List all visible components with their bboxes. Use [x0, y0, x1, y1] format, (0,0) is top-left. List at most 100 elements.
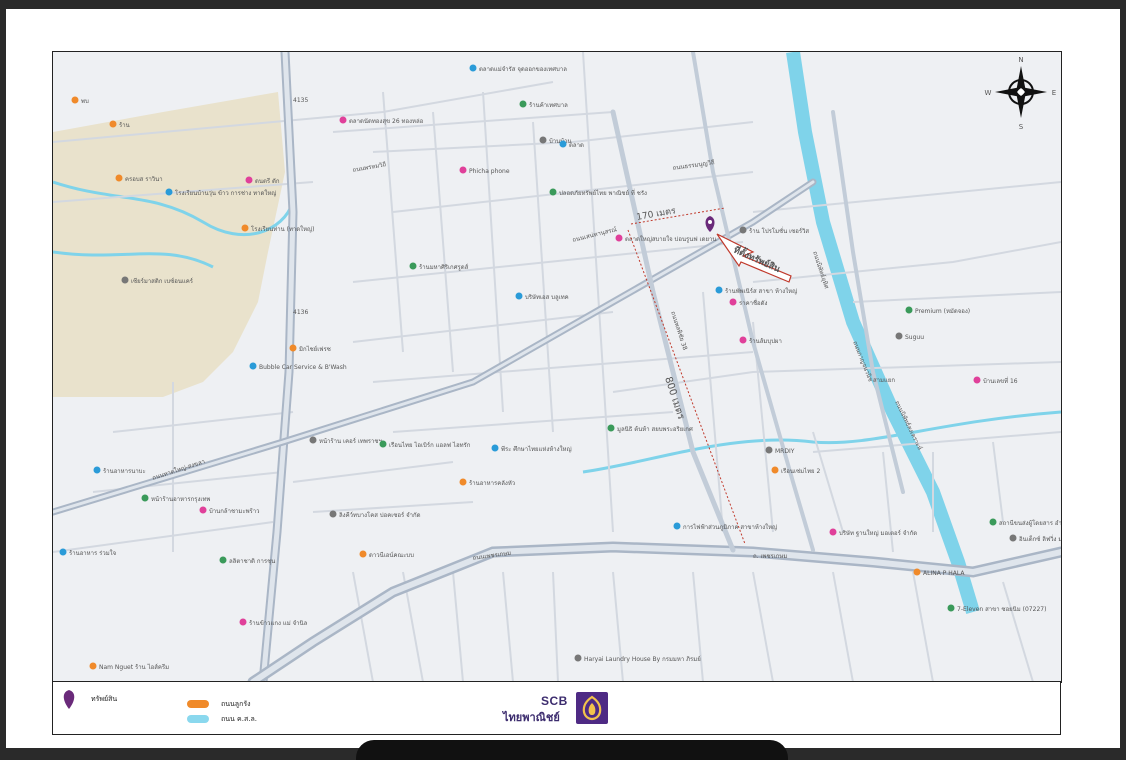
poi-label: ตลาดใหญ่สบายใจ บ่อนรูนฟ เดยาน: [625, 235, 716, 243]
poi-marker-icon[interactable]: [141, 494, 149, 502]
poi-marker-icon[interactable]: [459, 478, 467, 486]
poi-marker-icon[interactable]: [947, 604, 955, 612]
poi-label: ร้านส้มบุปผา: [749, 338, 782, 345]
poi-marker-icon[interactable]: [539, 136, 547, 144]
poi-18[interactable]: Premium (หมัดจอง): [905, 306, 971, 316]
poi-marker-icon[interactable]: [249, 362, 257, 370]
poi-44[interactable]: Haryai Laundry House By กรมมหา ภิรมย์: [574, 654, 701, 664]
poi-21[interactable]: Bubble Car Service & B'Wash: [249, 362, 347, 372]
poi-marker-icon[interactable]: [459, 166, 467, 174]
poi-marker-icon[interactable]: [59, 548, 67, 556]
poi-label: เรือนไทย ไอเบิร์ก แอลฟ ไฮทรัก: [389, 441, 471, 449]
poi-marker-icon[interactable]: [607, 424, 615, 432]
poi-marker-icon[interactable]: [109, 120, 117, 128]
poi-marker-icon[interactable]: [379, 440, 387, 448]
poi-marker-icon[interactable]: [491, 444, 499, 452]
poi-34[interactable]: ลิงคีว์ทบางโคส บ่อคเซอร์ จำกัด: [329, 510, 421, 520]
poi-marker-icon[interactable]: [339, 116, 347, 124]
poi-marker-icon[interactable]: [829, 528, 837, 536]
poi-marker-icon[interactable]: [245, 176, 253, 184]
poi-marker-icon[interactable]: [673, 522, 681, 530]
poi-37[interactable]: บริษัท ฐานใหญ่ มอเตอร์ จำกัด: [829, 528, 918, 538]
poi-marker-icon[interactable]: [241, 224, 249, 232]
poi-label: Suguu: [905, 334, 924, 341]
poi-11[interactable]: โรงเรียนบ้านวุ่น ข้าว การช่าง ทาดใหญ่: [165, 188, 277, 198]
poi-46[interactable]: ร้านพัพเนิร์ส สาขา ห้างใหญ่: [715, 286, 798, 296]
poi-label: บ้านเลขที่ 16: [983, 377, 1018, 385]
poi-28[interactable]: เรือนไทย ไอเบิร์ก แอลฟ ไฮทรัก: [379, 440, 471, 450]
poi-marker-icon[interactable]: [715, 286, 723, 294]
poi-marker-icon[interactable]: [739, 336, 747, 344]
bottom-tab: [356, 740, 788, 760]
poi-38[interactable]: สถานีขนส่งผู้โดยสาร อำเภอท่าใหญ่: [989, 518, 1062, 528]
poi-marker-icon[interactable]: [219, 556, 227, 564]
poi-marker-icon[interactable]: [905, 306, 913, 314]
poi-9[interactable]: ร้าน โปรโมชั่น เซอร์วิส: [739, 226, 810, 236]
poi-label: Premium (หมัดจอง): [915, 308, 970, 315]
poi-label: 7-Eleven สาขา ซอยนิม (07227): [957, 606, 1046, 613]
poi-label: โรงเรียนท่าน (ทาดใหญ่): [251, 225, 315, 233]
poi-marker-icon[interactable]: [121, 276, 129, 284]
poi-label: พบ: [81, 98, 89, 105]
poi-8[interactable]: ปลอดภัยทรัพย์ไทย พาณิชย์ ที่ ชรัง: [549, 188, 648, 198]
poi-marker-icon[interactable]: [913, 568, 921, 576]
poi-marker-icon[interactable]: [165, 188, 173, 196]
poi-marker-icon[interactable]: [359, 550, 367, 558]
poi-marker-icon[interactable]: [309, 436, 317, 444]
poi-label: ALINA P HALA: [923, 570, 965, 577]
location-map[interactable]: N S E W พบ ตลาดแม่จำรัส จุดออกของเทศบาลตล…: [53, 52, 1061, 682]
legend-concrete-road-label: ถนน ค.ส.ล.: [221, 715, 257, 723]
poi-marker-icon[interactable]: [771, 466, 779, 474]
poi-marker-icon[interactable]: [989, 518, 997, 526]
poi-marker-icon[interactable]: [199, 506, 207, 514]
poi-48[interactable]: หน้าร้านอาหารกรุงเทพ: [141, 494, 211, 504]
poi-marker-icon[interactable]: [895, 332, 903, 340]
poi-14[interactable]: เซียร์มาสติก เบซ์อนแคร์: [121, 276, 194, 286]
poi-marker-icon[interactable]: [973, 376, 981, 384]
poi-label: ร้านอาหารนาบะ: [103, 468, 146, 475]
poi-32[interactable]: บ้านกล้าชามะพร้าว: [199, 506, 260, 516]
poi-marker-icon[interactable]: [115, 174, 123, 182]
poi-marker-icon[interactable]: [515, 292, 523, 300]
poi-label: Haryai Laundry House By กรมมหา ภิรมย์: [584, 655, 701, 663]
map-frame[interactable]: N S E W พบ ตลาดแม่จำรัส จุดออกของเทศบาล ตล…: [52, 51, 1062, 683]
poi-marker-icon[interactable]: [739, 226, 747, 234]
poi-label: บริษัทเอส บลูเทค: [525, 294, 569, 301]
poi-marker-icon[interactable]: [329, 510, 337, 518]
poi-13[interactable]: ร้านมหาศิริเกศรูดส์: [409, 262, 469, 272]
poi-marker-icon[interactable]: [409, 262, 417, 270]
poi-36[interactable]: การไฟฟ้าส่วนภูมิภาค สาขาห้างใหญ่: [673, 522, 778, 532]
poi-26[interactable]: พีระ ศึกษาไทยแห่งห้างใหญ่: [491, 444, 572, 454]
poi-marker-icon[interactable]: [1009, 534, 1017, 542]
poi-1[interactable]: ตลาดแม่จำรัส จุดออกของเทศบาล: [469, 64, 568, 74]
poi-label: โรงเรียนบ้านวุ่น ข้าว การช่าง ทาดใหญ่: [175, 189, 276, 197]
poi-marker-icon[interactable]: [71, 96, 79, 104]
poi-2[interactable]: ตลาดนัดทองสุข 26 ทองหล่อ: [339, 116, 424, 126]
map-legend: ทรัพย์สิน ถนนลูกรัง ถนน ค.ส.ล.: [52, 681, 272, 735]
compass-s: S: [1019, 123, 1024, 131]
poi-marker-icon[interactable]: [289, 344, 297, 352]
poi-43[interactable]: 7-Eleven สาขา ซอยนิม (07227): [947, 604, 1047, 614]
poi-23[interactable]: มูลนิธิ ต้นห้า สยบพระอริยเกศ: [607, 424, 693, 434]
poi-marker-icon[interactable]: [239, 618, 247, 626]
poi-24[interactable]: หน้าร้าน เคอร์ เทพราชฯ: [309, 436, 382, 446]
poi-marker-icon[interactable]: [559, 140, 567, 148]
poi-marker-icon[interactable]: [89, 662, 97, 670]
poi-marker-icon[interactable]: [519, 100, 527, 108]
road-label: 4135: [293, 97, 308, 104]
poi-marker-icon[interactable]: [549, 188, 557, 196]
poi-marker-icon[interactable]: [615, 234, 623, 242]
poi-marker-icon[interactable]: [93, 466, 101, 474]
poi-label: ร้านอาหารคลังหัว: [469, 480, 515, 487]
poi-marker-icon[interactable]: [765, 446, 773, 454]
poi-marker-icon[interactable]: [469, 64, 477, 72]
cyan-pill-icon: [187, 715, 209, 723]
poi-marker-icon[interactable]: [574, 654, 582, 662]
poi-label: Phicha phone: [469, 168, 510, 175]
poi-42[interactable]: ร้านข้าวแกง แม่ จำนิล: [239, 618, 308, 628]
poi-marker-icon[interactable]: [729, 298, 737, 306]
poi-label: ลลิตาชาติ การชุน: [229, 558, 275, 565]
poi-15[interactable]: โรงเรียนท่าน (ทาดใหญ่): [241, 224, 315, 234]
poi-17[interactable]: ตลาดใหญ่สบายใจ บ่อนรูนฟ เดยาน: [615, 234, 717, 244]
poi-45[interactable]: Nam Nguet ร้าน ไอส์ครีม: [89, 662, 170, 672]
